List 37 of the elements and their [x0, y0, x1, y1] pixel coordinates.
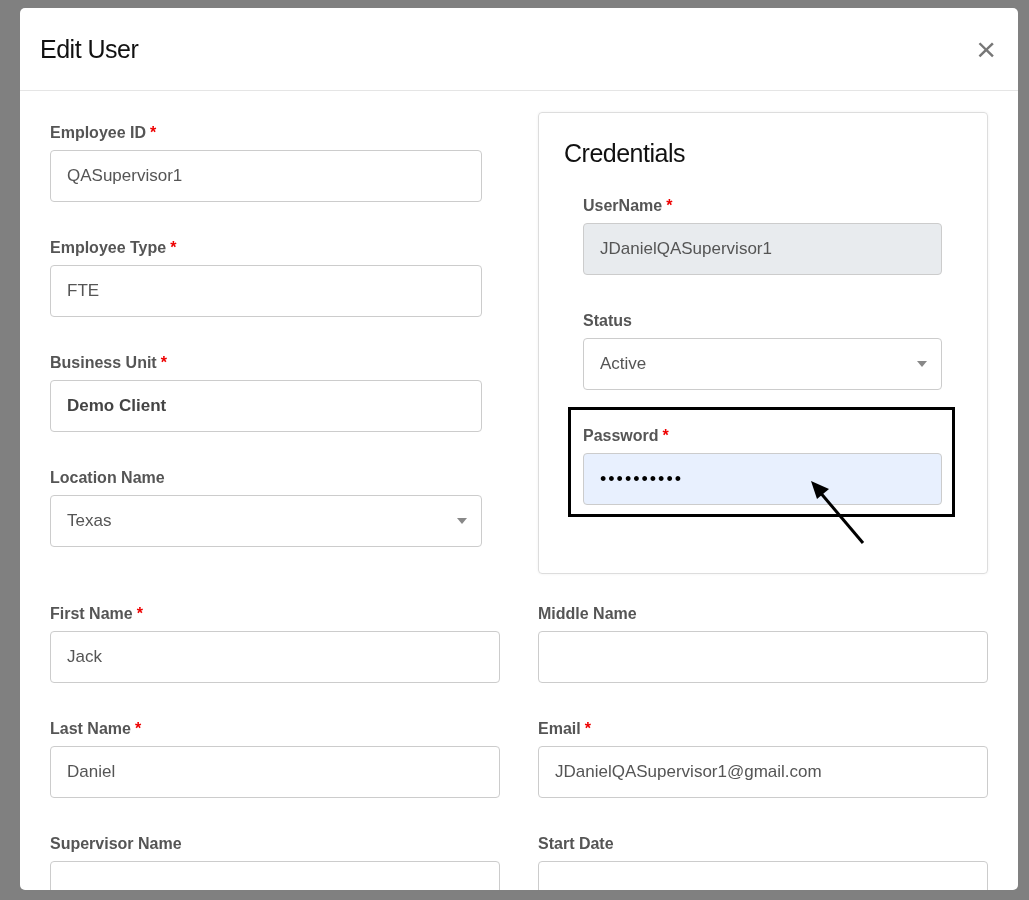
arrow-icon — [811, 481, 865, 544]
field-label: Middle Name — [538, 605, 637, 622]
required-asterisk: * — [662, 427, 669, 444]
field-label: Employee ID — [50, 124, 147, 141]
dialog-title: Edit User — [40, 34, 139, 64]
field-label: UserName — [583, 197, 663, 214]
required-asterisk: * — [136, 605, 143, 622]
required-asterisk: * — [584, 720, 591, 737]
text-field[interactable]: FTE — [50, 265, 482, 317]
field-label: Location Name — [50, 469, 165, 486]
text-field[interactable]: JDanielQASupervisor1@gmail.com — [538, 746, 988, 798]
field-label: Business Unit — [50, 354, 157, 371]
text-field[interactable]: QASupervisor1 — [50, 150, 482, 202]
field-label: Email — [538, 720, 581, 737]
text-field[interactable]: Demo Client — [50, 380, 482, 432]
text-field[interactable]: Jack — [50, 631, 500, 683]
field-label: First Name — [50, 605, 133, 622]
text-field[interactable]: Daniel — [50, 746, 500, 798]
dropdown[interactable]: Active — [583, 338, 942, 390]
field-label: Supervisor Name — [50, 835, 182, 852]
required-asterisk: * — [150, 124, 157, 141]
required-asterisk: * — [134, 720, 142, 737]
caret-icon — [917, 361, 927, 367]
field-label: Employee Type — [50, 239, 167, 256]
required-asterisk: * — [666, 197, 673, 214]
field-label: Start Date — [538, 835, 614, 852]
password-field[interactable]: •••••••••• — [583, 453, 942, 505]
required-asterisk: * — [170, 239, 177, 256]
text-field[interactable] — [538, 631, 988, 683]
field-label: Password — [583, 427, 659, 444]
close-button[interactable]: × — [974, 32, 998, 66]
required-asterisk: * — [160, 354, 167, 371]
field-label: Last Name — [50, 720, 131, 737]
field-label: Status — [583, 312, 632, 329]
dropdown[interactable]: Texas — [50, 495, 482, 547]
caret-icon — [457, 518, 467, 524]
card-title: Credentials — [564, 139, 686, 168]
